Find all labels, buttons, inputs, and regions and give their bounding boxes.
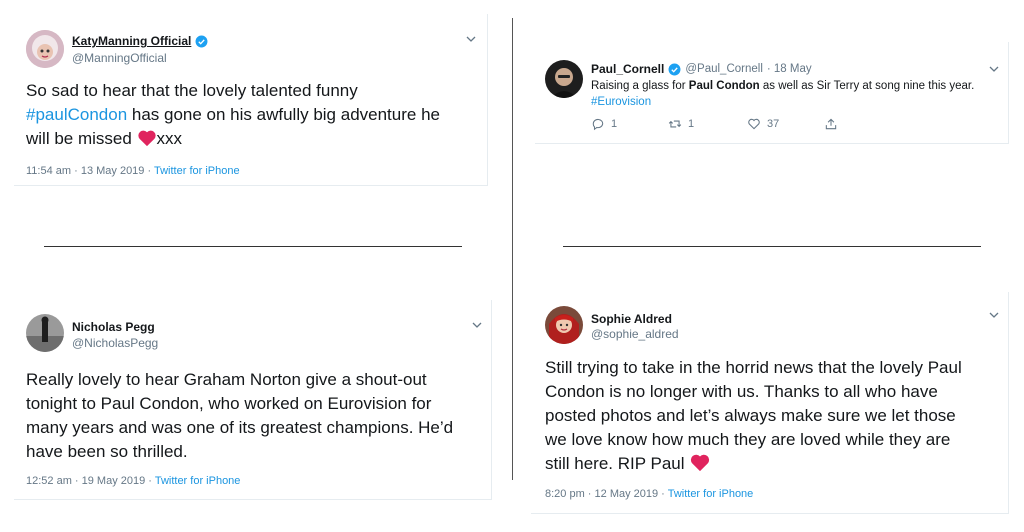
source-link[interactable]: Twitter for iPhone: [668, 488, 754, 500]
tweet-text: Still trying to take in the horrid news …: [545, 356, 1005, 476]
meta-separator: ·: [144, 165, 154, 177]
author-handle[interactable]: @ManningOfficial: [72, 51, 167, 65]
tweet-text-line-2: Condon is no longer with us. Thanks to a…: [545, 382, 938, 401]
source-link[interactable]: Twitter for iPhone: [154, 165, 240, 177]
avatar[interactable]: [26, 314, 64, 352]
chevron-down-icon[interactable]: [989, 64, 999, 74]
tweet-text-line-3: many years and was one of its greatest c…: [26, 418, 454, 437]
tweet-meta: 11:54 am · 13 May 2019 · Twitter for iPh…: [26, 165, 240, 177]
chevron-down-icon[interactable]: [989, 310, 999, 320]
tweet-text: So sad to hear that the lovely talented …: [26, 79, 481, 151]
tweet-card-katy[interactable]: KatyManning Official @ManningOfficial So…: [14, 14, 488, 186]
red-heart-emoji-icon: [691, 454, 710, 472]
author-name[interactable]: KatyManning Official: [72, 34, 191, 48]
timestamp[interactable]: 12:52 am · 19 May 2019: [26, 475, 145, 487]
author-name[interactable]: Sophie Aldred: [591, 312, 672, 326]
tweet-card-nicholas[interactable]: Nicholas Pegg @NicholasPegg Really lovel…: [14, 300, 492, 500]
tweet-text-line-4: have been so thrilled.: [26, 442, 188, 461]
timestamp[interactable]: 11:54 am · 13 May 2019: [26, 165, 144, 177]
verified-badge-icon: [195, 35, 208, 47]
hashtag-link[interactable]: #Eurovision: [591, 96, 651, 108]
tweet-text: Raising a glass for Paul Condon as well …: [591, 78, 1001, 110]
hashtag-link[interactable]: #paulCondon: [26, 105, 127, 124]
author-handle[interactable]: @Paul_Cornell: [685, 63, 763, 75]
like-heart-icon: [748, 118, 760, 130]
red-heart-emoji-icon: [137, 130, 156, 147]
share-icon: [825, 118, 837, 130]
retweet-count: 1: [688, 118, 695, 130]
author-name[interactable]: Paul_Cornell: [591, 62, 664, 76]
like-count: 37: [767, 118, 780, 130]
retweet-button[interactable]: 1: [668, 117, 694, 131]
tweet-text-line-2: tonight to Paul Condon, who worked on Eu…: [26, 394, 432, 413]
reply-icon: [592, 118, 604, 131]
tweet-text-line-5: still here. RIP Paul: [545, 454, 690, 473]
meta-separator: ·: [145, 475, 155, 487]
author-handle[interactable]: @sophie_aldred: [591, 327, 679, 341]
chevron-down-icon[interactable]: [472, 320, 482, 330]
source-link[interactable]: Twitter for iPhone: [155, 475, 241, 487]
tweet-text-kisses: xxx: [156, 129, 183, 148]
horizontal-divider-left: [44, 246, 462, 247]
tweet-text-line-3: will be missed: [26, 129, 137, 148]
verified-badge-icon: [668, 63, 681, 75]
meta-separator: ·: [658, 488, 668, 500]
tweet-meta: 8:20 pm · 12 May 2019 · Twitter for iPho…: [545, 488, 753, 500]
tweet-text-line-1: So sad to hear that the lovely talented …: [26, 81, 358, 100]
share-button[interactable]: [824, 117, 838, 131]
tweet-text-part-1: Raising a glass for: [591, 80, 689, 92]
tweet-meta: 12:52 am · 19 May 2019 · Twitter for iPh…: [26, 475, 240, 487]
author-name[interactable]: Nicholas Pegg: [72, 320, 155, 334]
tweet-text-part-2: as well as Sir Terry at song nine this y…: [759, 80, 975, 92]
tweet-text-line-4: we love know how much they are loved whi…: [545, 430, 951, 449]
chevron-down-icon[interactable]: [466, 34, 476, 44]
author-handle[interactable]: @NicholasPegg: [72, 336, 158, 350]
vertical-divider: [512, 18, 513, 480]
reply-button[interactable]: 1: [591, 117, 617, 131]
horizontal-divider-right: [563, 246, 981, 247]
retweet-icon: [668, 120, 682, 128]
avatar[interactable]: [545, 306, 583, 344]
tweet-text-line-1: Still trying to take in the horrid news …: [545, 358, 962, 377]
tweet-card-sophie[interactable]: Sophie Aldred @sophie_aldred Still tryin…: [531, 292, 1009, 514]
tweet-date[interactable]: · 18 May: [767, 63, 812, 75]
avatar[interactable]: [26, 30, 64, 68]
tweet-text-bold: Paul Condon: [688, 80, 760, 92]
tweet-text-line-2: has gone on his awfully big adventure he: [127, 105, 440, 124]
like-button[interactable]: 37: [747, 117, 779, 131]
tweet-card-paul[interactable]: Paul_Cornell @Paul_Cornell · 18 May Rais…: [535, 42, 1009, 144]
tweet-text-line-3: posted photos and let’s always make sure…: [545, 406, 956, 425]
reply-count: 1: [611, 118, 618, 130]
timestamp[interactable]: 8:20 pm · 12 May 2019: [545, 488, 658, 500]
tweet-text: Really lovely to hear Graham Norton give…: [26, 368, 486, 464]
avatar[interactable]: [545, 60, 583, 98]
tweet-text-line-1: Really lovely to hear Graham Norton give…: [26, 370, 427, 389]
